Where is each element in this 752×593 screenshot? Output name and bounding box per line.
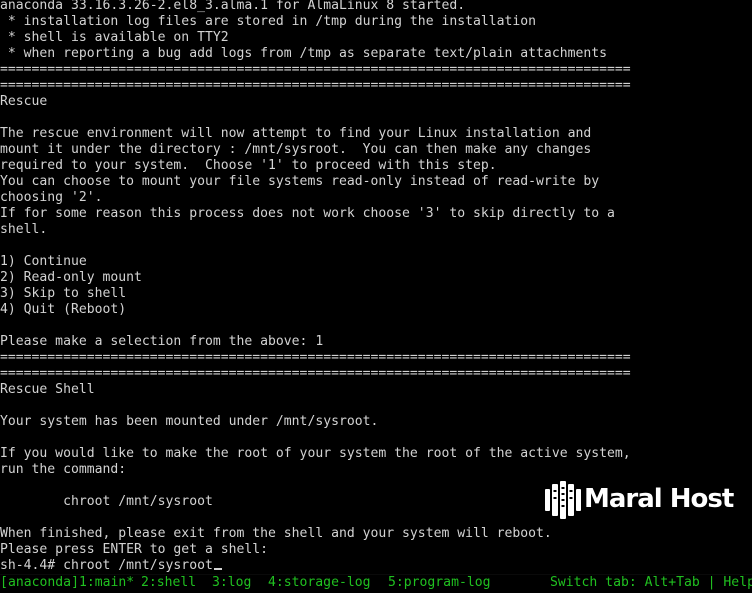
tab-log[interactable]: 3:log xyxy=(212,575,251,593)
tab-shell[interactable]: 2:shell xyxy=(141,575,196,593)
terminal-line: chroot /mnt/sysroot xyxy=(0,494,213,510)
terminal-line: run the command: xyxy=(0,462,126,478)
terminal-line-text: 1) Continue xyxy=(0,254,87,269)
terminal-line-text: run the command: xyxy=(0,462,127,477)
terminal-line: The rescue environment will now attempt … xyxy=(0,126,591,142)
terminal-line-text: Please press ENTER to get a shell: xyxy=(0,542,269,557)
terminal-line-text: mount it under the directory : /mnt/sysr… xyxy=(0,142,592,157)
terminal-line: ========================================… xyxy=(0,366,631,382)
terminal-line-text: 4) Quit (Reboot) xyxy=(0,302,127,317)
terminal-line-text: choosing '2'. xyxy=(0,190,103,205)
terminal-line-text: * when reporting a bug add logs from /tm… xyxy=(0,46,607,61)
tab-storage-log[interactable]: 4:storage-log xyxy=(268,575,370,593)
terminal-line: 4) Quit (Reboot) xyxy=(0,302,126,318)
terminal-line-text: Your system has been mounted under /mnt/… xyxy=(0,414,379,429)
server-stack-logo-icon xyxy=(545,481,581,519)
watermark-text: Maral Host xyxy=(584,484,734,514)
terminal-line: Rescue xyxy=(0,94,47,110)
terminal-line-text: The rescue environment will now attempt … xyxy=(0,126,592,141)
terminal-line-text: 3) Skip to shell xyxy=(0,286,127,301)
tmux-status-bar: [ anaconda]1:main* 2:shell 3:log 4:stora… xyxy=(0,574,752,593)
terminal-line: mount it under the directory : /mnt/sysr… xyxy=(0,142,591,158)
terminal-line-text: If you would like to make the root of yo… xyxy=(0,446,631,461)
terminal-line: Rescue Shell xyxy=(0,382,95,398)
terminal-line-text: * shell is available on TTY2 xyxy=(0,30,229,45)
terminal-line: 1) Continue xyxy=(0,254,87,270)
tab-program-log[interactable]: 5:program-log xyxy=(388,575,490,593)
terminal-line: Please press ENTER to get a shell: xyxy=(0,542,268,558)
terminal-line-text: Rescue Shell xyxy=(0,382,95,397)
terminal-line-text: anaconda 33.16.3.26-2.el8_3.alma.1 for A… xyxy=(0,0,466,13)
terminal-line: * installation log files are stored in /… xyxy=(0,14,536,30)
terminal-line-text: ========================================… xyxy=(0,350,631,365)
terminal-line-text: Please make a selection from the above: … xyxy=(0,334,324,349)
terminal-line: When finished, please exit from the shel… xyxy=(0,526,552,542)
terminal-line: anaconda 33.16.3.26-2.el8_3.alma.1 for A… xyxy=(0,0,465,14)
terminal-line: choosing '2'. xyxy=(0,190,102,206)
terminal-line: required to your system. Choose '1' to p… xyxy=(0,158,497,174)
terminal-line-text: * installation log files are stored in /… xyxy=(0,14,537,29)
maral-host-watermark: Maral Host xyxy=(544,478,740,520)
tab-main[interactable]: anaconda]1:main* xyxy=(8,575,134,593)
terminal-line-text: sh-4.4# chroot /mnt/sysroot xyxy=(0,558,213,573)
terminal-line-text: If for some reason this process does not… xyxy=(0,206,615,221)
terminal-line: ========================================… xyxy=(0,350,631,366)
terminal-line-text: shell. xyxy=(0,222,48,237)
terminal-line-text: ========================================… xyxy=(0,62,631,77)
terminal-line: * when reporting a bug add logs from /tm… xyxy=(0,46,607,62)
terminal-line-text: You can choose to mount your file system… xyxy=(0,174,600,189)
terminal-line-text: Rescue xyxy=(0,94,48,109)
terminal-line: ========================================… xyxy=(0,62,631,78)
terminal-line: If you would like to make the root of yo… xyxy=(0,446,631,462)
terminal-line-text: ========================================… xyxy=(0,366,631,381)
terminal-line: Your system has been mounted under /mnt/… xyxy=(0,414,378,430)
terminal-line: 3) Skip to shell xyxy=(0,286,126,302)
terminal-line-text: 2) Read-only mount xyxy=(0,270,142,285)
switch-tab-hint: Switch tab: Alt+Tab | Help: F1 xyxy=(550,575,752,590)
terminal-line: Please make a selection from the above: … xyxy=(0,334,323,350)
terminal-line: ========================================… xyxy=(0,78,631,94)
terminal-line: * shell is available on TTY2 xyxy=(0,30,229,46)
text-cursor xyxy=(213,568,222,570)
terminal-line: If for some reason this process does not… xyxy=(0,206,615,222)
terminal-line-text: chroot /mnt/sysroot xyxy=(0,494,213,509)
terminal-line-text: When finished, please exit from the shel… xyxy=(0,526,552,541)
shell-prompt-line: sh-4.4# chroot /mnt/sysroot xyxy=(0,558,222,574)
terminal-line-text: required to your system. Choose '1' to p… xyxy=(0,158,497,173)
terminal-line: shell. xyxy=(0,222,47,238)
terminal-line: You can choose to mount your file system… xyxy=(0,174,599,190)
terminal-line-text: ========================================… xyxy=(0,78,631,93)
terminal-line: 2) Read-only mount xyxy=(0,270,142,286)
status-open-bracket: [ xyxy=(0,575,8,590)
